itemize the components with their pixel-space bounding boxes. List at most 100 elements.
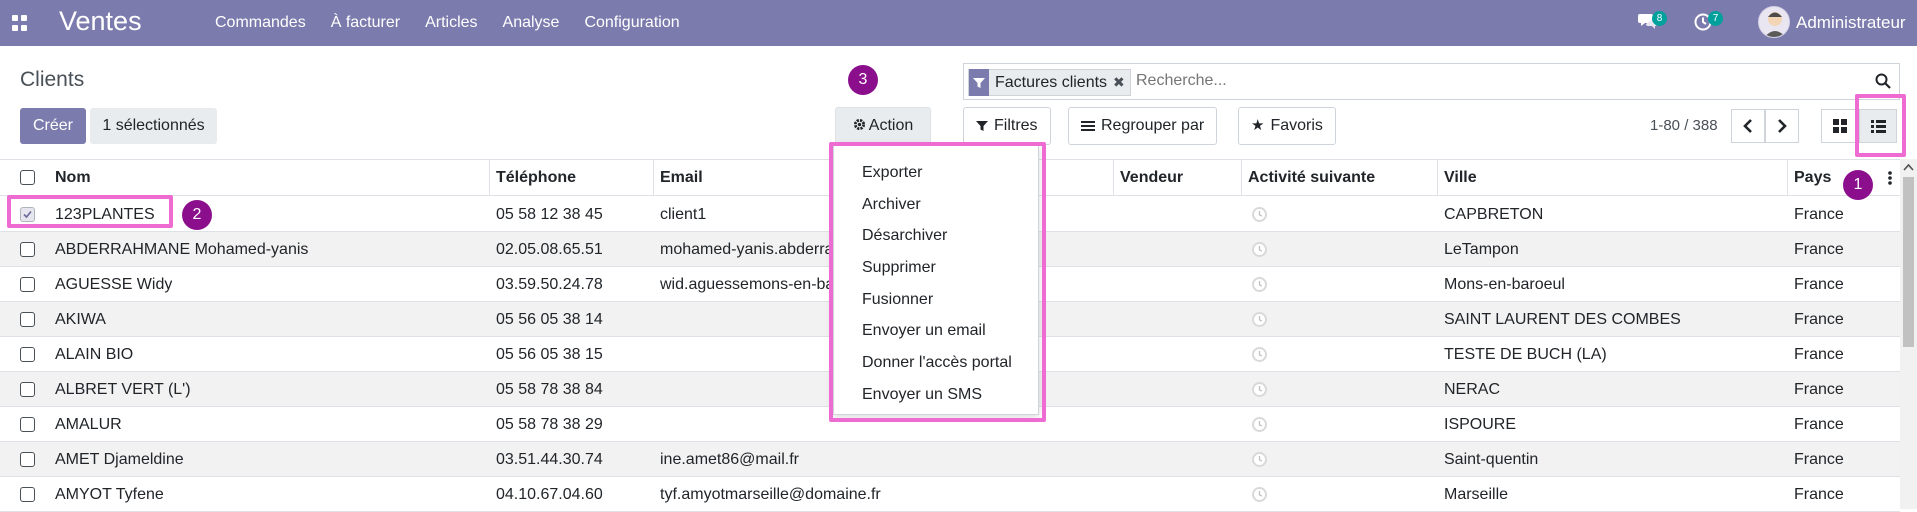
select-all-checkbox[interactable] — [20, 170, 35, 185]
search-input[interactable] — [1136, 72, 1836, 90]
user-avatar-icon — [1764, 12, 1786, 37]
top-navbar: Ventes Commandes À facturer Articles Ana… — [0, 0, 1917, 46]
row-checkbox[interactable] — [20, 312, 35, 327]
list-icon — [1870, 119, 1886, 133]
cell-telephone: 03.59.50.24.78 — [496, 276, 603, 293]
table-row[interactable]: AMET Djameldine 03.51.44.30.74 ine.amet86@… — [0, 442, 1900, 477]
favorites-button[interactable]: ★ Favoris — [1238, 107, 1336, 145]
group-by-label: Regrouper par — [1101, 117, 1205, 134]
search-icon[interactable] — [1875, 73, 1891, 89]
activity-clock-icon[interactable] — [1251, 241, 1268, 258]
kanban-view-button[interactable] — [1821, 109, 1859, 143]
menu-item-archiver[interactable]: Archiver — [862, 196, 921, 214]
activity-clock-icon[interactable] — [1251, 346, 1268, 363]
menu-commandes[interactable]: Commandes — [215, 14, 306, 32]
activity-clock-icon[interactable] — [1251, 486, 1268, 503]
cell-ville: Marseille — [1444, 486, 1509, 503]
cell-email: ine.amet86@mail.fr — [660, 451, 799, 468]
menu-item-envoyer-sms[interactable]: Envoyer un SMS — [862, 386, 982, 404]
column-header-ville[interactable]: Ville — [1438, 160, 1788, 196]
column-header-nom[interactable]: Nom — [49, 160, 490, 196]
messages-badge: 8 — [1652, 11, 1667, 26]
scrollbar-thumb[interactable] — [1903, 177, 1914, 347]
activity-clock-icon[interactable] — [1251, 311, 1268, 328]
chevron-right-icon — [1778, 119, 1787, 133]
row-checkbox[interactable] — [20, 277, 35, 292]
table-row[interactable]: AMYOT Tyfene 04.10.67.04.60 tyf.amyotmarse… — [0, 477, 1900, 512]
cell-telephone: 05 56 05 38 15 — [496, 346, 603, 363]
filter-icon — [969, 69, 989, 96]
pager-previous-button[interactable] — [1731, 109, 1765, 143]
column-header-telephone[interactable]: Téléphone — [490, 160, 654, 196]
row-checkbox[interactable] — [20, 417, 35, 432]
cell-pays: France — [1794, 241, 1844, 258]
menu-analyse[interactable]: Analyse — [503, 14, 560, 32]
activity-clock-icon[interactable] — [1251, 206, 1268, 223]
group-by-button[interactable]: Regrouper par — [1068, 107, 1218, 145]
menu-item-acces-portal[interactable]: Donner l'accès portal — [862, 354, 1012, 372]
avatar[interactable] — [1758, 6, 1790, 38]
cell-telephone: 02.05.08.65.51 — [496, 241, 603, 258]
column-header-activite[interactable]: Activité suivante — [1242, 160, 1438, 196]
apps-menu-icon[interactable] — [12, 15, 28, 31]
row-checkbox[interactable] — [20, 347, 35, 362]
activity-clock-icon[interactable] — [1251, 381, 1268, 398]
star-icon: ★ — [1251, 117, 1265, 134]
row-checkbox[interactable] — [20, 207, 35, 222]
cell-nom: AMET Djameldine — [55, 451, 184, 468]
cell-pays: France — [1794, 416, 1844, 433]
gear-icon — [853, 118, 865, 131]
user-name[interactable]: Administrateur — [1796, 13, 1906, 33]
menu-item-fusionner[interactable]: Fusionner — [862, 291, 933, 309]
create-button[interactable]: Créer — [20, 108, 86, 144]
filter-icon — [976, 121, 988, 131]
filters-button[interactable]: Filtres — [963, 107, 1051, 145]
chevron-up-icon[interactable] — [1903, 163, 1914, 171]
cell-ville: Saint-quentin — [1444, 451, 1539, 468]
cell-telephone: 05 58 78 38 29 — [496, 416, 603, 433]
cell-ville: NERAC — [1444, 381, 1501, 398]
column-header-vendeur[interactable]: Vendeur — [1114, 160, 1242, 196]
action-button[interactable]: Action — [835, 107, 931, 145]
cell-email: tyf.amyotmarseille@domaine.fr — [660, 486, 881, 503]
cell-pays: France — [1794, 381, 1844, 398]
activity-clock-icon[interactable] — [1251, 451, 1268, 468]
menu-item-exporter[interactable]: Exporter — [862, 164, 922, 182]
cell-email: mohamed-yanis.abderra — [660, 241, 834, 258]
pager-next-button[interactable] — [1765, 109, 1799, 143]
list-view-button[interactable] — [1859, 109, 1897, 143]
cell-nom: 123PLANTES — [55, 206, 155, 223]
close-icon[interactable]: ✖ — [1113, 74, 1130, 91]
cell-ville: Mons-en-baroeul — [1444, 276, 1565, 293]
search-facet[interactable]: Factures clients ✖ — [968, 69, 1131, 96]
menu-a-facturer[interactable]: À facturer — [331, 14, 400, 32]
callout-2: 2 — [182, 200, 212, 230]
menu-articles[interactable]: Articles — [425, 14, 477, 32]
action-label: Action — [868, 117, 914, 134]
scrollbar[interactable] — [1900, 159, 1917, 509]
search-bar[interactable]: Factures clients ✖ — [963, 63, 1900, 100]
menu-configuration[interactable]: Configuration — [584, 14, 679, 32]
app-name[interactable]: Ventes — [59, 6, 142, 37]
activity-clock-icon[interactable] — [1251, 276, 1268, 293]
menu-item-envoyer-email[interactable]: Envoyer un email — [862, 322, 986, 340]
cell-email: wid.aguessemons-en-ba — [660, 276, 835, 293]
cell-pays: France — [1794, 486, 1844, 503]
filters-label: Filtres — [994, 117, 1038, 134]
row-checkbox[interactable] — [20, 382, 35, 397]
pager-value[interactable]: 1-80 / 388 — [1650, 117, 1718, 134]
menu-item-desarchiver[interactable]: Désarchiver — [862, 227, 947, 245]
cell-nom: ABDERRAHMANE Mohamed-yanis — [55, 241, 309, 258]
row-checkbox[interactable] — [20, 452, 35, 467]
cell-ville: LeTampon — [1444, 241, 1519, 258]
menu-item-supprimer[interactable]: Supprimer — [862, 259, 936, 277]
activities-badge: 7 — [1708, 11, 1723, 26]
selected-count-button[interactable]: 1 sélectionnés — [90, 108, 217, 144]
column-options-icon[interactable] — [1888, 170, 1892, 186]
activity-clock-icon[interactable] — [1251, 416, 1268, 433]
row-checkbox[interactable] — [20, 487, 35, 502]
cell-nom: AGUESSE Widy — [55, 276, 173, 293]
row-checkbox[interactable] — [20, 242, 35, 257]
cell-pays: France — [1794, 451, 1844, 468]
list-bars-icon — [1081, 121, 1095, 131]
